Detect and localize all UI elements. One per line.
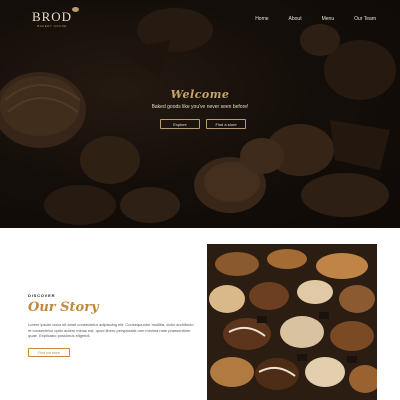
hero-section: BROD BAKERY HOUSE Home About Menu Our Te… <box>0 0 400 228</box>
explore-button[interactable]: Explore <box>160 119 200 129</box>
brand-name: BROD <box>31 9 73 24</box>
section-title: Our Story <box>28 300 99 315</box>
find-store-button[interactable]: Find a store <box>206 119 246 129</box>
hero-title: Welcome <box>170 88 230 101</box>
brand-subtitle: BAKERY HOUSE <box>37 24 67 28</box>
nav-item-about[interactable]: About <box>289 16 302 22</box>
hero-button-group: Explore Find a store <box>160 119 246 129</box>
nav-item-menu[interactable]: Menu <box>322 16 335 22</box>
nav-item-home[interactable]: Home <box>255 16 268 22</box>
logo-mark-icon <box>72 7 79 12</box>
main-nav: Home About Menu Our Team <box>235 16 376 22</box>
brand-logo[interactable]: BROD BAKERY HOUSE <box>28 7 79 38</box>
our-story-section: DISCOVER Our Story Lorem ipsum dolor sit… <box>0 228 400 400</box>
find-out-more-button[interactable]: Find out more <box>28 348 70 357</box>
pastry-display-image <box>207 244 377 400</box>
section-kicker: DISCOVER <box>28 293 56 298</box>
pastry-display-illustration <box>207 244 377 400</box>
nav-item-our-team[interactable]: Our Team <box>354 16 376 22</box>
section-body: Lorem ipsum dolor sit amet consectetur a… <box>28 322 194 338</box>
hero-tagline: Baked goods like you've never seen befor… <box>151 104 249 110</box>
